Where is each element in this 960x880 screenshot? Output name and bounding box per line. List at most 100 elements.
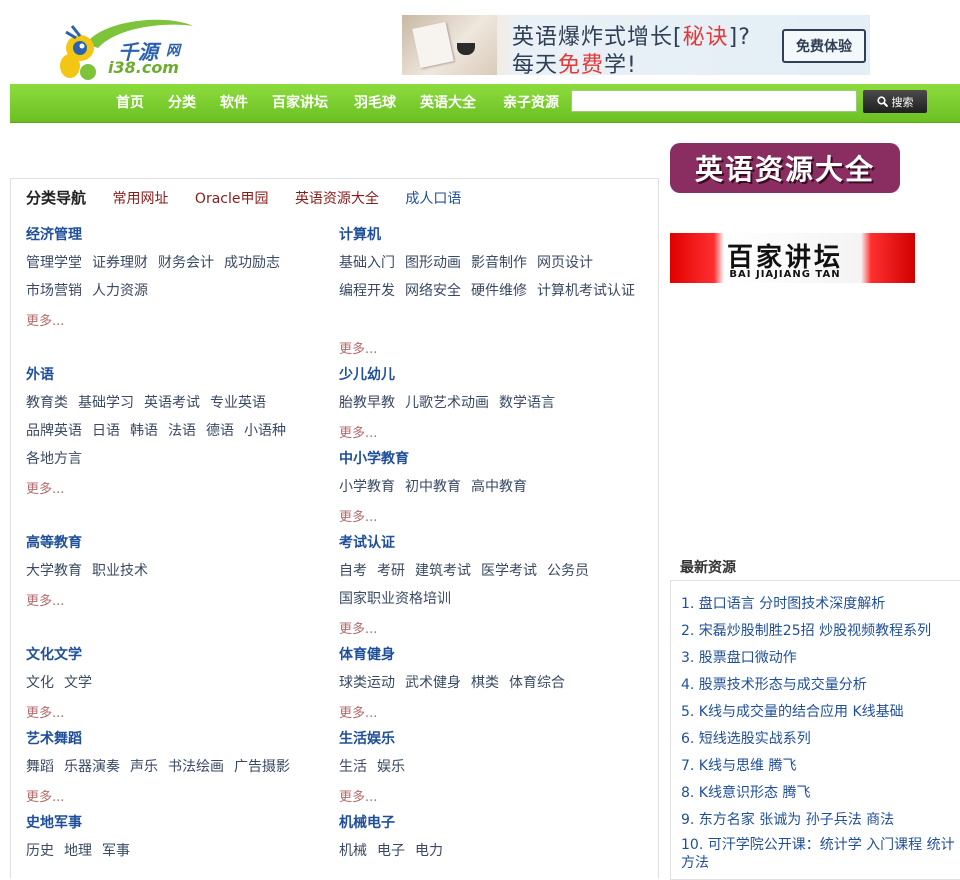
latest-item[interactable]: 9. 东方名家 张诚为 孙子兵法 商法 <box>681 809 894 829</box>
cat-link[interactable]: 儿歌艺术动画 <box>405 395 489 411</box>
cat-link[interactable]: 小学教育 <box>339 479 395 495</box>
cat-link[interactable]: 大学教育 <box>26 563 82 579</box>
latest-item[interactable]: 10. 可汗学院公开课：统计学 入门课程 统计方法 <box>681 836 956 872</box>
more-link[interactable]: 更多... <box>26 590 64 609</box>
cat-link[interactable]: 电子 <box>377 843 405 859</box>
cat-link[interactable]: 建筑考试 <box>415 563 471 579</box>
cat-link[interactable]: 韩语 <box>130 423 158 439</box>
nav-badminton[interactable]: 羽毛球 <box>354 84 396 122</box>
cat-link[interactable]: 市场营销 <box>26 283 82 299</box>
cat-link[interactable]: 娱乐 <box>377 759 405 775</box>
cat-link[interactable]: 各地方言 <box>26 451 82 467</box>
cat-link[interactable]: 专业英语 <box>210 395 266 411</box>
cat-economics-title[interactable]: 经济管理 <box>26 224 82 244</box>
cat-link[interactable]: 生活 <box>339 759 367 775</box>
cat-link[interactable]: 网页设计 <box>537 255 593 271</box>
baijia-jiangtan-banner[interactable]: 百家讲坛 BAI JIAJIANG TAN <box>670 233 915 283</box>
cat-link[interactable]: 电力 <box>415 843 443 859</box>
nav-software[interactable]: 软件 <box>220 84 248 122</box>
cat-link[interactable]: 基础学习 <box>78 395 134 411</box>
cat-higher-edu-title[interactable]: 高等教育 <box>26 532 82 552</box>
cat-link[interactable]: 日语 <box>92 423 120 439</box>
cat-link[interactable]: 英语考试 <box>144 395 200 411</box>
cat-kids-title[interactable]: 少儿幼儿 <box>339 364 395 384</box>
search-button[interactable]: 搜索 <box>863 90 927 113</box>
more-link[interactable]: 更多... <box>26 310 64 329</box>
latest-item[interactable]: 4. 股票技术形态与成交量分析 <box>681 674 867 694</box>
latest-item[interactable]: 1. 盘口语言 分时图技术深度解析 <box>681 593 885 613</box>
cat-link[interactable]: 网络安全 <box>405 283 461 299</box>
cat-link[interactable]: 编程开发 <box>339 283 395 299</box>
cat-link[interactable]: 基础入门 <box>339 255 395 271</box>
nav-baijia[interactable]: 百家讲坛 <box>272 84 328 122</box>
more-link[interactable]: 更多... <box>339 506 377 525</box>
cat-link[interactable]: 数学语言 <box>499 395 555 411</box>
cat-exam-title[interactable]: 考试认证 <box>339 532 395 552</box>
cat-link[interactable]: 地理 <box>64 843 92 859</box>
cat-mechanical-title[interactable]: 机械电子 <box>339 812 395 832</box>
cat-link[interactable]: 考研 <box>377 563 405 579</box>
cat-link[interactable]: 胎教早教 <box>339 395 395 411</box>
latest-item[interactable]: 3. 股票盘口微动作 <box>681 647 797 667</box>
more-link[interactable]: 更多... <box>339 702 377 721</box>
cat-link[interactable]: 硬件维修 <box>471 283 527 299</box>
cat-computer-title[interactable]: 计算机 <box>339 224 381 244</box>
cat-sports-title[interactable]: 体育健身 <box>339 644 395 664</box>
cat-link[interactable]: 德语 <box>206 423 234 439</box>
nav-english[interactable]: 英语大全 <box>420 84 476 122</box>
cat-culture-title[interactable]: 文化文学 <box>26 644 82 664</box>
latest-item[interactable]: 2. 宋磊炒股制胜25招 炒股视频教程系列 <box>681 620 931 640</box>
english-resources-banner[interactable]: 英语资源大全 <box>670 143 900 193</box>
nav-home[interactable]: 首页 <box>116 84 144 122</box>
cat-link[interactable]: 初中教育 <box>405 479 461 495</box>
more-link[interactable]: 更多... <box>339 618 377 637</box>
more-link[interactable]: 更多... <box>339 422 377 441</box>
nav-category[interactable]: 分类 <box>168 84 196 122</box>
cat-link[interactable]: 自考 <box>339 563 367 579</box>
cat-link[interactable]: 广告摄影 <box>234 759 290 775</box>
panel-link-common-sites[interactable]: 常用网址 <box>112 191 168 207</box>
more-link[interactable]: 更多... <box>26 702 64 721</box>
cat-link[interactable]: 公务员 <box>547 563 589 579</box>
cat-foreign-language-title[interactable]: 外语 <box>26 364 54 384</box>
search-input[interactable] <box>571 90 857 112</box>
more-link[interactable]: 更多... <box>26 478 64 497</box>
latest-item[interactable]: 6. 短线选股实战系列 <box>681 728 811 748</box>
latest-item[interactable]: 5. K线与成交量的结合应用 K线基础 <box>681 701 904 721</box>
panel-link-oracle[interactable]: Oracle甲园 <box>195 191 269 207</box>
site-logo[interactable]: 千源 网 i38.com <box>58 14 198 84</box>
cat-link[interactable]: 职业技术 <box>92 563 148 579</box>
cat-link[interactable]: 乐器演奏 <box>64 759 120 775</box>
cat-link[interactable]: 武术健身 <box>405 675 461 691</box>
panel-link-english-resources[interactable]: 英语资源大全 <box>295 191 379 207</box>
ad-banner-english[interactable]: 英语爆炸式增长[秘诀]? 每天免费学! 免费体验 <box>402 15 870 75</box>
cat-life-title[interactable]: 生活娱乐 <box>339 728 395 748</box>
cat-link[interactable]: 小语种 <box>244 423 286 439</box>
cat-link[interactable]: 文学 <box>64 675 92 691</box>
latest-item[interactable]: 8. K线意识形态 腾飞 <box>681 782 810 802</box>
cat-link[interactable]: 体育综合 <box>509 675 565 691</box>
free-trial-button[interactable]: 免费体验 <box>782 29 866 63</box>
cat-link[interactable]: 舞蹈 <box>26 759 54 775</box>
cat-link[interactable]: 品牌英语 <box>26 423 82 439</box>
cat-link[interactable]: 影音制作 <box>471 255 527 271</box>
cat-art-title[interactable]: 艺术舞蹈 <box>26 728 82 748</box>
cat-link[interactable]: 棋类 <box>471 675 499 691</box>
cat-link[interactable]: 机械 <box>339 843 367 859</box>
cat-link[interactable]: 成功励志 <box>224 255 280 271</box>
cat-link[interactable]: 声乐 <box>130 759 158 775</box>
cat-link[interactable]: 图形动画 <box>405 255 461 271</box>
cat-link[interactable]: 历史 <box>26 843 54 859</box>
cat-link[interactable]: 国家职业资格培训 <box>339 591 451 607</box>
panel-link-adult-oral[interactable]: 成人口语 <box>405 191 461 207</box>
cat-link[interactable]: 军事 <box>102 843 130 859</box>
nav-parenting[interactable]: 亲子资源 <box>503 84 559 122</box>
cat-link[interactable]: 书法绘画 <box>168 759 224 775</box>
cat-link[interactable]: 文化 <box>26 675 54 691</box>
cat-link[interactable]: 法语 <box>168 423 196 439</box>
more-link[interactable]: 更多... <box>26 786 64 805</box>
latest-item[interactable]: 7. K线与思维 腾飞 <box>681 755 796 775</box>
cat-link[interactable]: 计算机考试认证 <box>537 283 635 299</box>
cat-link[interactable]: 管理学堂 <box>26 255 82 271</box>
cat-link[interactable]: 证券理财 <box>92 255 148 271</box>
